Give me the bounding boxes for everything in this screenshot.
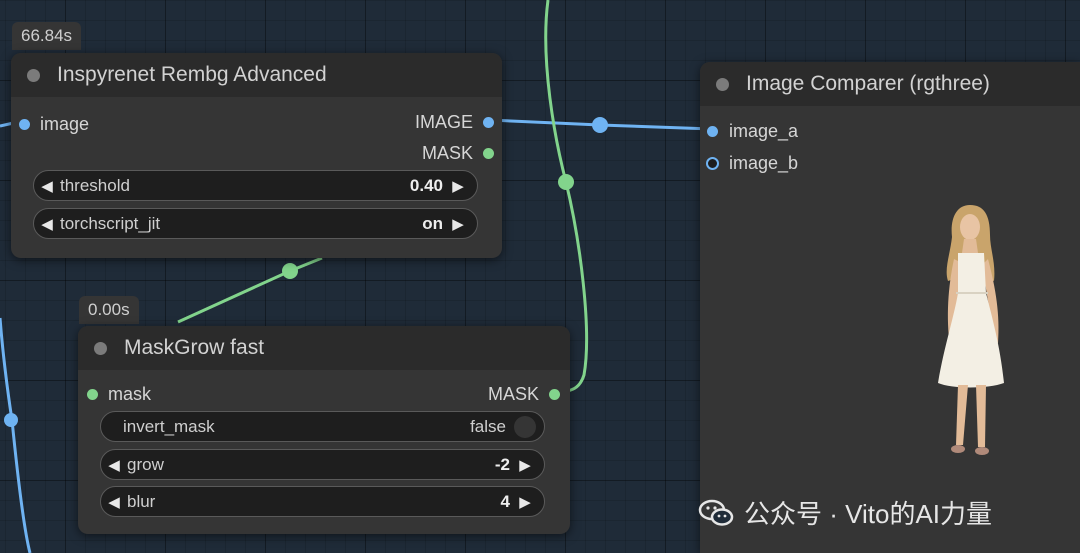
input-label: mask [108,384,152,404]
collapse-toggle[interactable] [94,341,107,355]
comparison-preview-image[interactable] [930,197,1020,477]
execution-time-badge: 0.00s [79,296,139,324]
node-header[interactable]: MaskGrow fast [78,326,570,370]
input-slot-image[interactable]: image [19,114,89,135]
node-header[interactable]: Image Comparer (rgthree) [700,62,1080,106]
output-label: MASK [421,143,473,163]
link-midpoint [282,263,298,279]
collapse-toggle[interactable] [716,77,729,91]
torchscript-jit-widget[interactable]: ◀ torchscript_jit on ▶ [33,208,478,239]
output-dot-icon[interactable] [483,117,494,128]
widget-value[interactable]: on [422,214,443,234]
input-label: image_b [729,153,799,173]
threshold-widget[interactable]: ◀ threshold 0.40 ▶ [33,170,478,201]
output-slot-mask[interactable]: MASK [488,384,560,405]
execution-time-badge: 66.84s [12,22,82,50]
grow-widget[interactable]: ◀ grow -2 ▶ [100,449,545,480]
decrement-arrow-icon[interactable]: ◀ [34,177,60,195]
input-slot-mask[interactable]: mask [87,384,151,405]
invert-mask-toggle[interactable]: invert_mask false [100,411,545,442]
input-label: image [40,114,90,134]
widget-value[interactable]: -2 [495,455,510,475]
widget-label: grow [127,454,164,474]
toggle-value: false [470,416,506,436]
output-label: IMAGE [414,112,473,132]
input-slot-image-b[interactable]: image_b [706,153,798,174]
node-title: Image Comparer (rgthree) [746,72,990,95]
image-comparer-node[interactable]: Image Comparer (rgthree) image_a image_b [700,62,1080,553]
input-dot-icon[interactable] [87,389,98,400]
input-dot-icon[interactable] [706,157,719,170]
widget-label: threshold [60,175,130,195]
output-slot-image[interactable]: IMAGE [415,112,494,133]
image-link-left [0,317,32,553]
increment-arrow-icon[interactable]: ▶ [445,215,471,233]
increment-arrow-icon[interactable]: ▶ [512,456,538,474]
inspyrenet-rembg-node[interactable]: Inspyrenet Rembg Advanced image IMAGE MA… [11,53,502,258]
widget-label: invert_mask [123,416,215,436]
input-label: image_a [729,121,799,141]
widget-label: blur [127,491,156,511]
node-header[interactable]: Inspyrenet Rembg Advanced [11,53,502,97]
link-midpoint [4,413,18,427]
decrement-arrow-icon[interactable]: ◀ [101,493,127,511]
toggle-knob-icon[interactable] [514,415,536,438]
input-slot-image-a[interactable]: image_a [707,121,798,142]
widget-value[interactable]: 4 [501,492,510,512]
output-dot-icon[interactable] [483,148,494,159]
mask-link-diagonal [177,256,323,324]
node-title: MaskGrow fast [124,336,265,359]
wechat-icon [698,499,734,526]
input-dot-icon[interactable] [707,126,718,137]
collapse-toggle[interactable] [27,68,40,82]
output-slot-mask[interactable]: MASK [422,143,494,164]
link-midpoint [592,117,608,133]
decrement-arrow-icon[interactable]: ◀ [34,215,60,233]
widget-value[interactable]: 0.40 [410,176,443,196]
maskgrow-fast-node[interactable]: MaskGrow fast mask MASK invert_mask fals… [78,326,570,534]
increment-arrow-icon[interactable]: ▶ [445,177,471,195]
blur-widget[interactable]: ◀ blur 4 ▶ [100,486,545,517]
node-title: Inspyrenet Rembg Advanced [57,63,327,86]
watermark: 公众号 · Vito的AI力量 [698,494,992,531]
decrement-arrow-icon[interactable]: ◀ [101,456,127,474]
widget-label: torchscript_jit [60,213,161,233]
output-label: MASK [487,384,539,404]
input-dot-icon[interactable] [19,119,30,130]
output-dot-icon[interactable] [549,389,560,400]
watermark-text: 公众号 · Vito的AI力量 [744,499,993,529]
link-midpoint [558,174,574,190]
increment-arrow-icon[interactable]: ▶ [512,493,538,511]
